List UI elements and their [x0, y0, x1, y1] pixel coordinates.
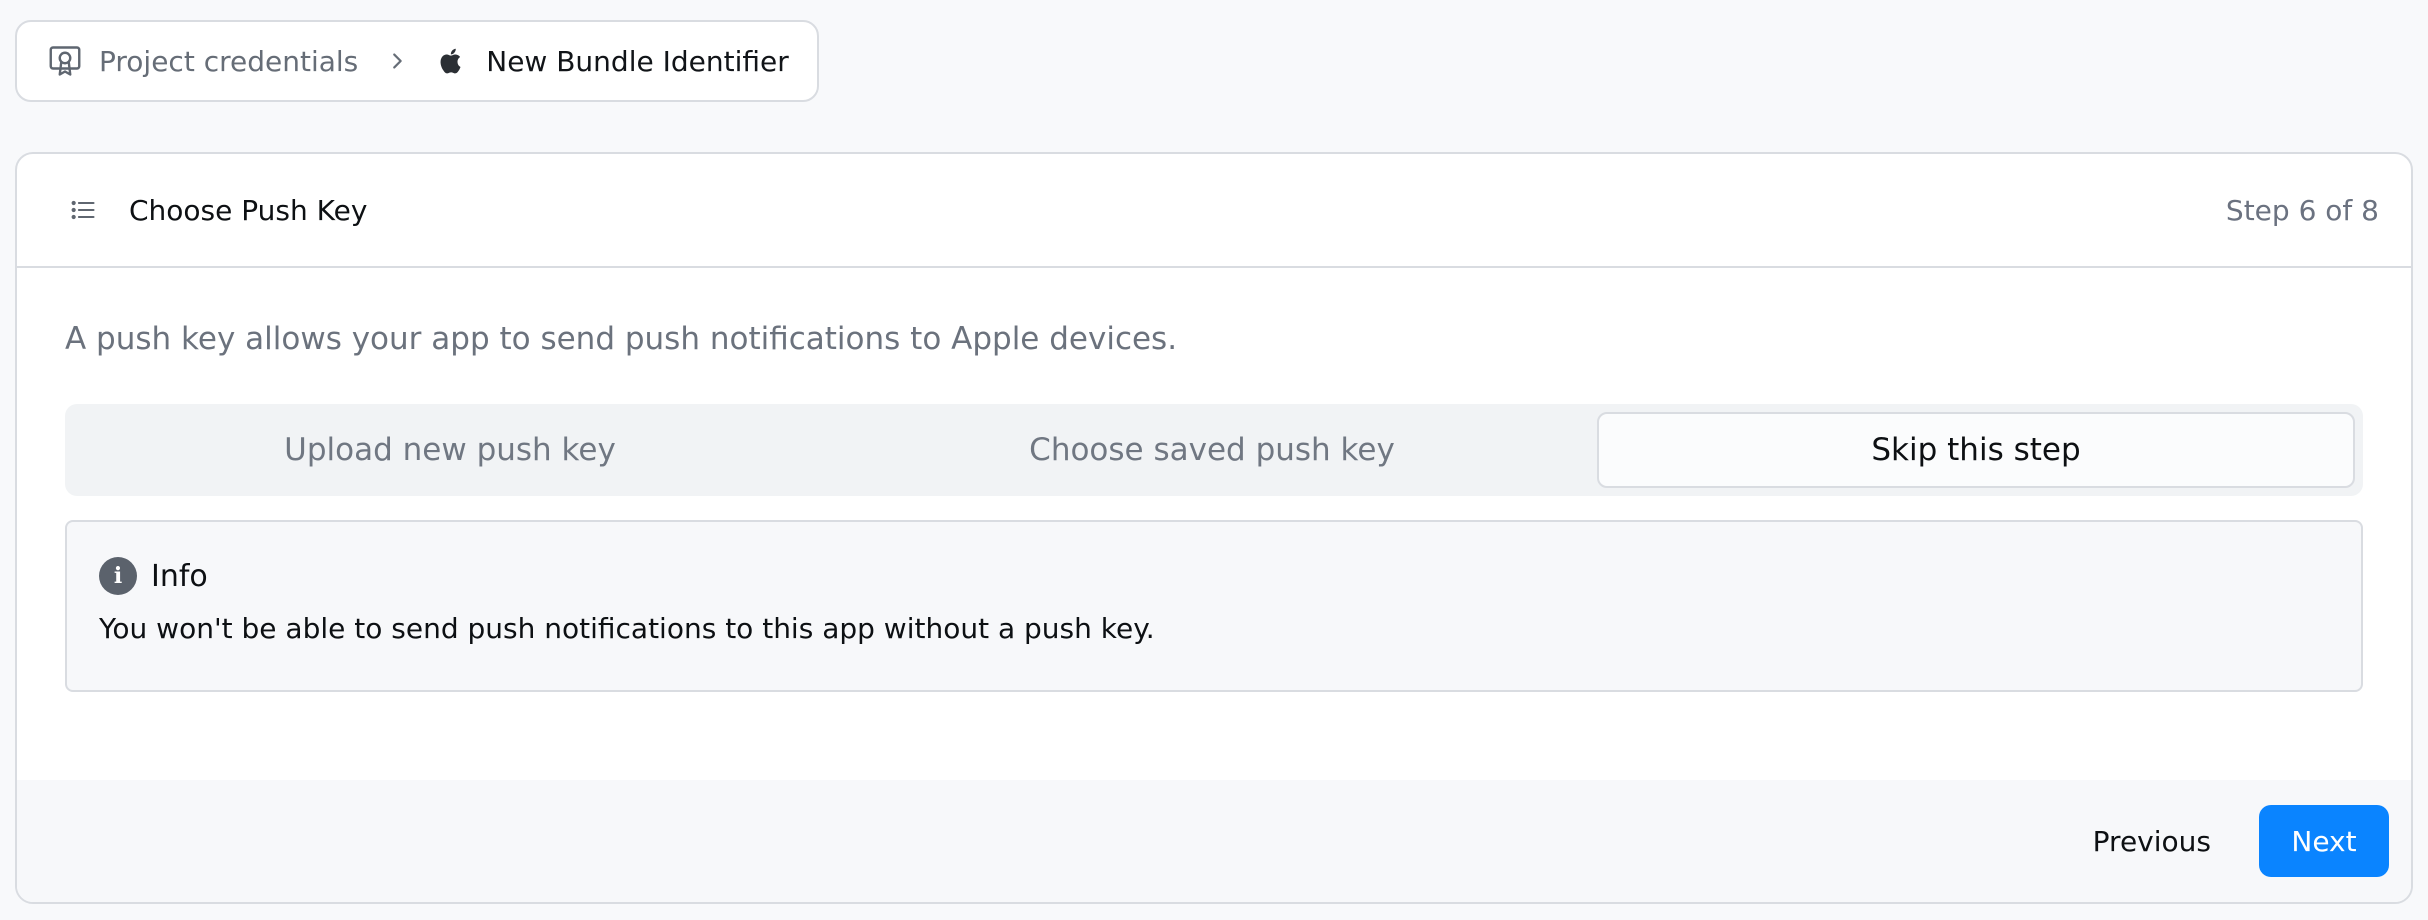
step-description: A push key allows your app to send push … [65, 321, 1178, 357]
apple-icon [432, 41, 472, 81]
info-title: Info [151, 558, 208, 594]
push-key-step-card: Choose Push Key Step 6 of 8 A push key a… [15, 152, 2413, 904]
breadcrumb: Project credentials New Bundle Identifie… [15, 20, 819, 102]
certificate-icon[interactable] [45, 41, 85, 81]
step-counter: Step 6 of 8 [2225, 193, 2379, 227]
next-button[interactable]: Next [2259, 805, 2389, 877]
chevron-right-icon [380, 44, 414, 78]
card-header: Choose Push Key Step 6 of 8 [17, 154, 2411, 268]
breadcrumb-current-page: New Bundle Identifier [486, 44, 789, 78]
card-footer: Previous Next [17, 780, 2411, 902]
step-title: Choose Push Key [129, 193, 368, 227]
option-skip-this-step[interactable]: Skip this step [1597, 412, 2355, 488]
card-body: A push key allows your app to send push … [17, 268, 2411, 692]
info-icon: i [99, 557, 137, 595]
info-header: i Info [99, 556, 2329, 596]
push-key-option-selector: Upload new push key Choose saved push ke… [65, 404, 2363, 496]
list-icon[interactable] [65, 192, 101, 228]
option-upload-new-push-key[interactable]: Upload new push key [73, 412, 827, 488]
info-message: You won't be able to send push notificat… [99, 612, 1155, 645]
breadcrumb-project-credentials-link[interactable]: Project credentials [99, 45, 358, 78]
info-callout: i Info You won't be able to send push no… [65, 520, 2363, 692]
previous-button[interactable]: Previous [2069, 805, 2235, 877]
option-choose-saved-push-key[interactable]: Choose saved push key [835, 412, 1589, 488]
